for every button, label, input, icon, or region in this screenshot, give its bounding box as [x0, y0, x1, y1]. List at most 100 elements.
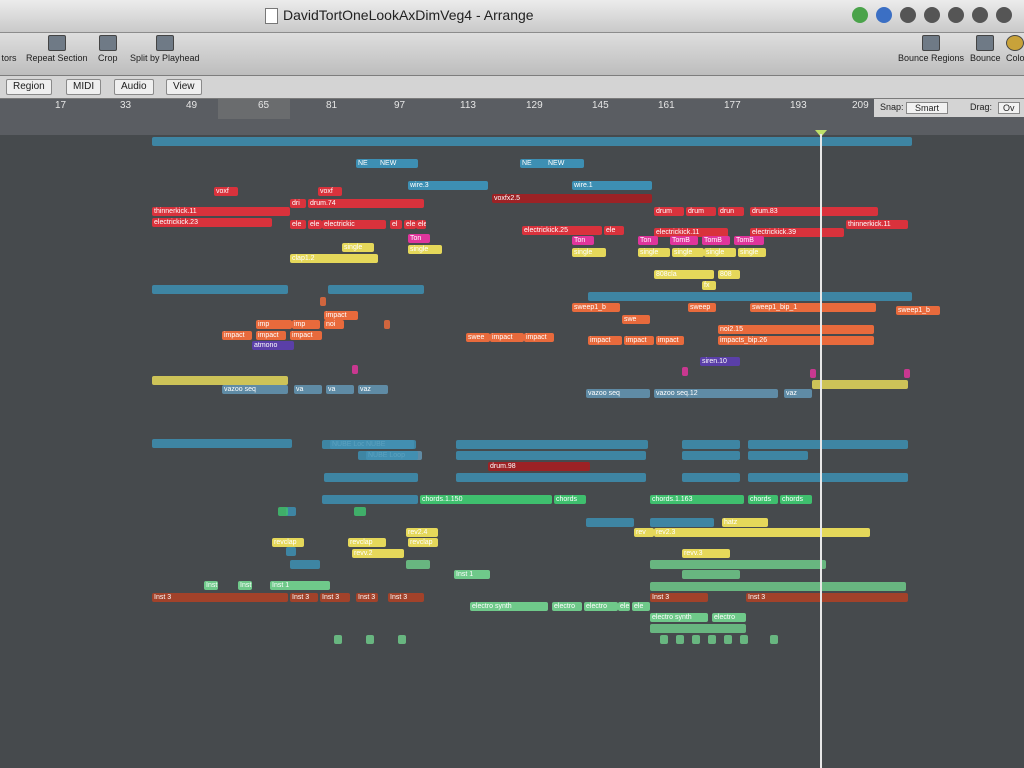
region[interactable]: Inst 3 [320, 593, 350, 602]
region[interactable] [322, 495, 418, 504]
region[interactable]: Inst 1 [204, 581, 218, 590]
region[interactable]: rev2.4 [406, 528, 438, 537]
region[interactable]: vaz [358, 385, 388, 394]
region[interactable]: revv.2 [352, 549, 404, 558]
region[interactable]: voxfx2.5 [492, 194, 652, 203]
region[interactable] [152, 137, 912, 146]
region[interactable]: hatz [722, 518, 768, 527]
region[interactable]: single [408, 245, 442, 254]
region[interactable]: drum.83 [750, 207, 878, 216]
region[interactable] [660, 635, 668, 644]
region[interactable] [286, 547, 296, 556]
region[interactable]: chords [748, 495, 778, 504]
region[interactable]: Inst 3 [290, 593, 318, 602]
playhead-line[interactable] [820, 134, 822, 768]
region[interactable] [682, 440, 740, 449]
region[interactable]: rev2.3 [654, 528, 870, 537]
region[interactable]: Inst 1 [238, 581, 252, 590]
crop-button[interactable]: Crop [98, 35, 118, 63]
region[interactable]: electrickic [322, 220, 386, 229]
region[interactable]: swe [622, 315, 650, 324]
region[interactable]: Inst 3 [152, 593, 288, 602]
region[interactable]: impact [490, 333, 524, 342]
split-by-playhead-button[interactable]: Split by Playhead [130, 35, 200, 63]
region[interactable]: ele [632, 602, 650, 611]
region[interactable]: impact [624, 336, 654, 345]
region[interactable] [682, 473, 740, 482]
region[interactable] [352, 365, 358, 374]
region[interactable]: sweep [688, 303, 716, 312]
region[interactable] [152, 439, 292, 448]
region[interactable] [152, 285, 288, 294]
region[interactable]: impact [290, 331, 322, 340]
arrange-area[interactable]: NE NEW NE NEW wire.3 wire.1 voxf voxf voxfx2.5 dr… [0, 135, 1024, 768]
region[interactable]: siren.10 [700, 357, 740, 366]
wifi-icon[interactable] [972, 7, 988, 23]
region[interactable]: ele [308, 220, 322, 229]
region[interactable]: electrickick.25 [522, 226, 602, 235]
region[interactable]: va [326, 385, 354, 394]
toolbar-item-tors[interactable]: tors [0, 35, 18, 63]
globe-icon[interactable] [876, 7, 892, 23]
status-menu-icon[interactable] [852, 7, 868, 23]
bar-ruler[interactable]: 173349658197113129145161177193209225241 … [0, 99, 1024, 136]
region[interactable]: impact [324, 311, 358, 320]
region[interactable] [650, 582, 906, 591]
region[interactable]: voxf [318, 187, 342, 196]
region[interactable]: Inst 1 [454, 570, 490, 579]
bounce-regions-button[interactable]: Bounce Regions [898, 35, 964, 63]
region[interactable]: Ton [572, 236, 594, 245]
region[interactable]: 808 [718, 270, 740, 279]
region[interactable] [810, 369, 816, 378]
region[interactable]: noi2.15 [718, 325, 874, 334]
region[interactable] [456, 473, 646, 482]
bounce-button[interactable]: Bounce [970, 35, 1001, 63]
midi-menu[interactable]: MIDI [66, 79, 102, 95]
volume-icon[interactable] [996, 7, 1012, 23]
region[interactable]: chords.1.150 [420, 495, 552, 504]
region[interactable]: revclap [272, 538, 304, 547]
region[interactable] [588, 292, 912, 301]
region[interactable]: electro [712, 613, 746, 622]
region[interactable]: thinnerkick.11 [152, 207, 290, 216]
region[interactable] [748, 473, 908, 482]
region[interactable]: revclap [408, 538, 438, 547]
region[interactable]: fx [702, 281, 716, 290]
region[interactable]: TomB [702, 236, 730, 245]
region[interactable]: Ton [408, 234, 430, 243]
region[interactable]: NEW [378, 159, 418, 168]
region[interactable]: TomB [734, 236, 764, 245]
region[interactable]: el [390, 220, 402, 229]
repeat-section-button[interactable]: Repeat Section [26, 35, 88, 63]
region[interactable]: vazoo seq [586, 389, 650, 398]
region[interactable]: 808cla [654, 270, 714, 279]
region[interactable]: drum.98 [488, 462, 590, 471]
region[interactable]: Inst 1 [270, 581, 330, 590]
region[interactable]: revclap [348, 538, 386, 547]
region-menu[interactable]: Region [6, 79, 52, 95]
region[interactable] [406, 560, 430, 569]
region[interactable]: Inst 3 [356, 593, 378, 602]
region[interactable] [354, 507, 366, 516]
region[interactable]: Inst 3 [388, 593, 424, 602]
region[interactable]: swee [466, 333, 490, 342]
region[interactable]: drum [654, 207, 684, 216]
region[interactable]: atmono [252, 341, 294, 350]
region[interactable] [324, 473, 418, 482]
region[interactable]: single [704, 248, 736, 257]
region[interactable]: impact [222, 331, 252, 340]
region[interactable] [748, 451, 808, 460]
region[interactable] [708, 635, 716, 644]
region[interactable] [724, 635, 732, 644]
region[interactable] [328, 285, 424, 294]
region[interactable]: single [638, 248, 670, 257]
region[interactable] [152, 376, 288, 385]
region[interactable]: electrickick.39 [750, 228, 844, 237]
region[interactable]: clap1.2 [290, 254, 378, 263]
region[interactable]: Ton [638, 236, 658, 245]
region[interactable]: drum.74 [308, 199, 424, 208]
region[interactable] [682, 570, 740, 579]
clock-icon[interactable] [924, 7, 940, 23]
region[interactable]: single [572, 248, 606, 257]
region[interactable] [812, 380, 908, 389]
